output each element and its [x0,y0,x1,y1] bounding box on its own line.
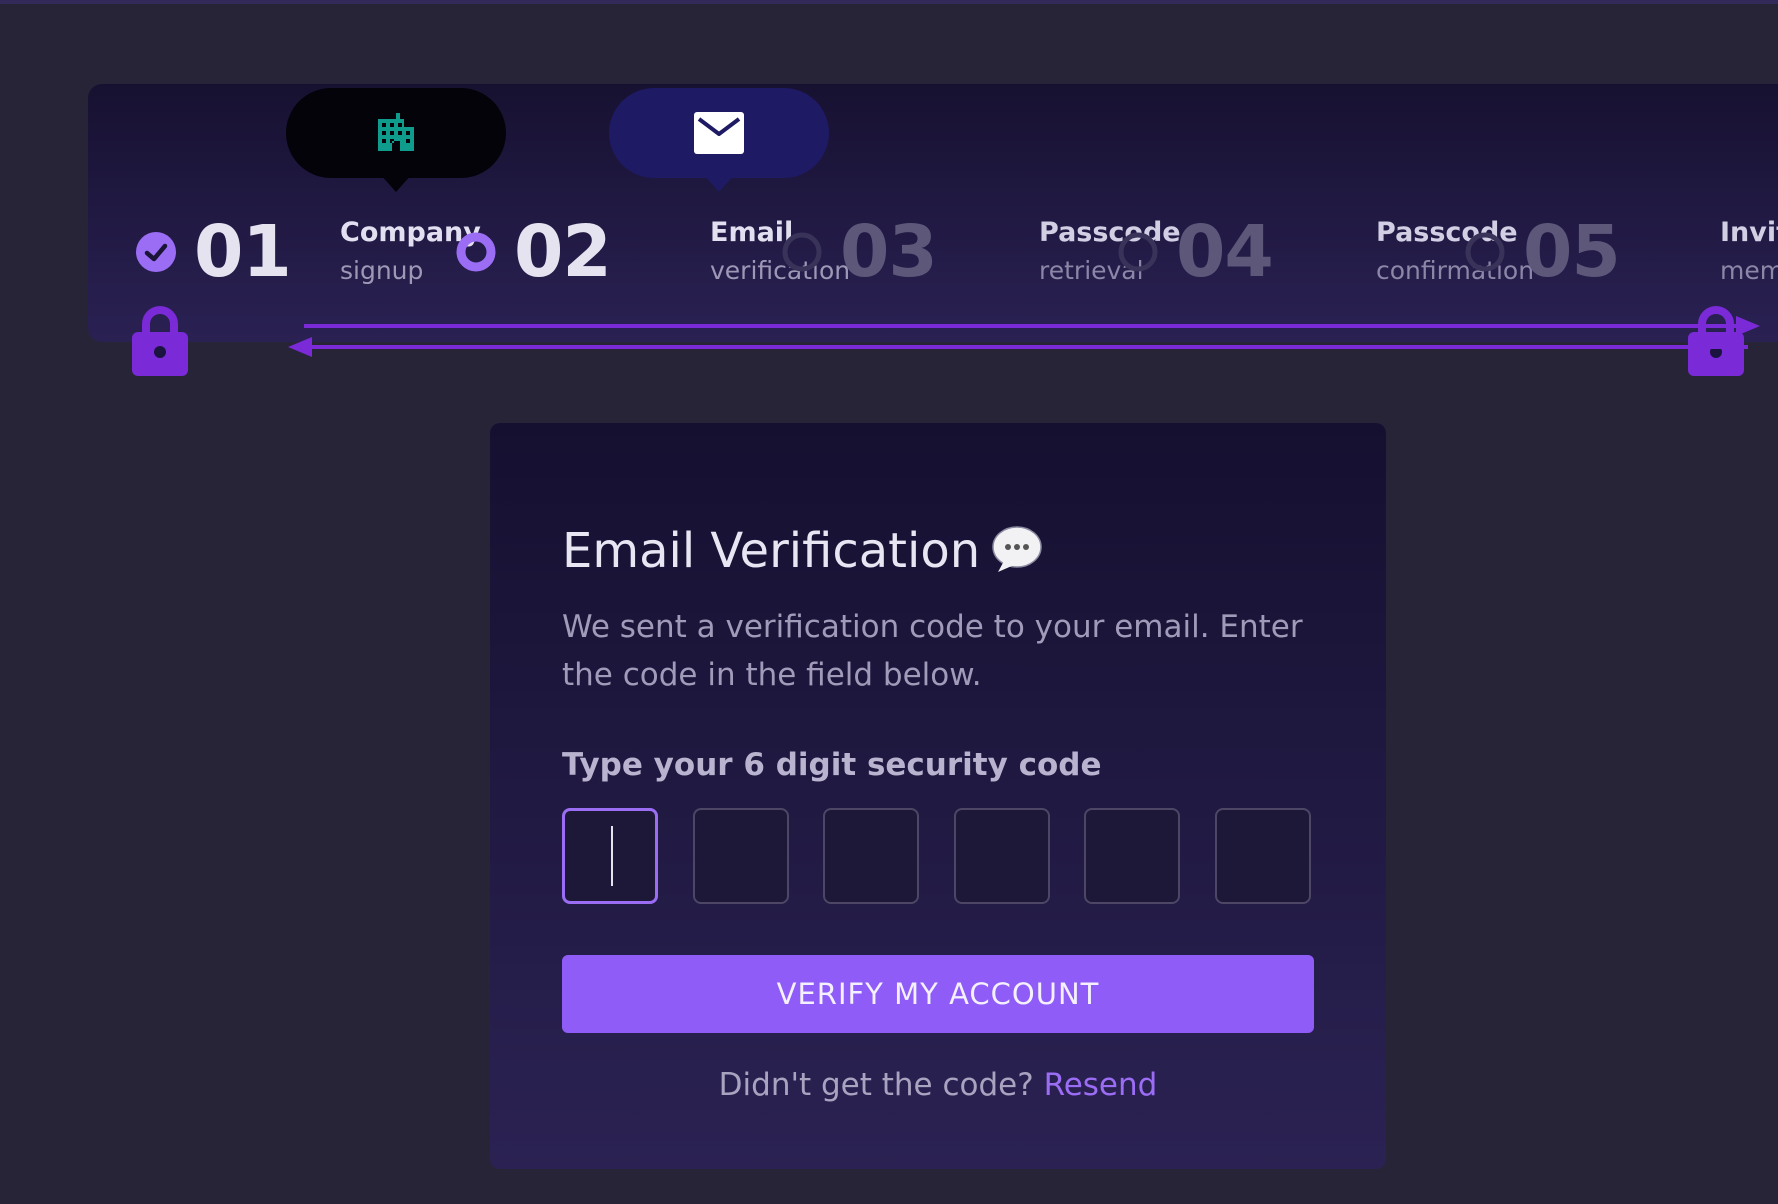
code-digit-2[interactable] [693,808,789,904]
step-number: 05 [1523,210,1621,293]
step-number: 03 [840,210,938,293]
code-digit-1[interactable] [562,808,658,904]
company-bubble [286,88,506,192]
radio-empty-icon [782,232,822,272]
step-subtitle: signup [340,256,424,285]
building-icon [378,113,414,151]
code-digit-6[interactable] [1215,808,1311,904]
step-subtitle: verification [710,256,851,285]
code-digit-5[interactable] [1084,808,1180,904]
verify-account-button[interactable]: VERIFY MY ACCOUNT [562,955,1314,1033]
step-title: Passcode [1039,217,1181,248]
progress-stepper: 01 Company signup 02 Email verification … [88,84,1778,376]
email-bubble [609,88,829,192]
code-label: Type your 6 digit security code [562,747,1102,783]
step-title: Email [710,217,794,248]
speech-bubble-icon [992,526,1042,572]
check-circle-icon [136,232,176,272]
code-digit-3[interactable] [823,808,919,904]
bidirectional-arrows [288,316,1760,357]
envelope-icon [694,112,744,154]
resend-prompt: Didn't get the code? [718,1067,1034,1103]
code-digit-4[interactable] [954,808,1050,904]
step-subtitle: confirmation [1376,256,1535,285]
step-number: 01 [194,210,292,293]
lock-icon-left [132,306,188,376]
radio-empty-icon [1465,232,1505,272]
radio-active-icon [456,232,496,272]
card-title-text: Email Verification [562,523,981,579]
resend-link[interactable]: Resend [1044,1067,1158,1103]
step-number: 02 [514,210,612,293]
verification-card: Email Verification We sent a verificatio… [490,423,1386,1169]
card-title: Email Verification [562,521,1042,581]
text-caret [611,826,613,886]
top-border [0,0,1778,4]
step-number: 04 [1176,210,1274,293]
step-title: Invite [1720,217,1778,248]
radio-empty-icon [1118,232,1158,272]
step-subtitle: members [1720,256,1778,285]
resend-line: Didn't get the code? Resend [490,1067,1386,1103]
card-description: We sent a verification code to your emai… [562,609,1303,693]
